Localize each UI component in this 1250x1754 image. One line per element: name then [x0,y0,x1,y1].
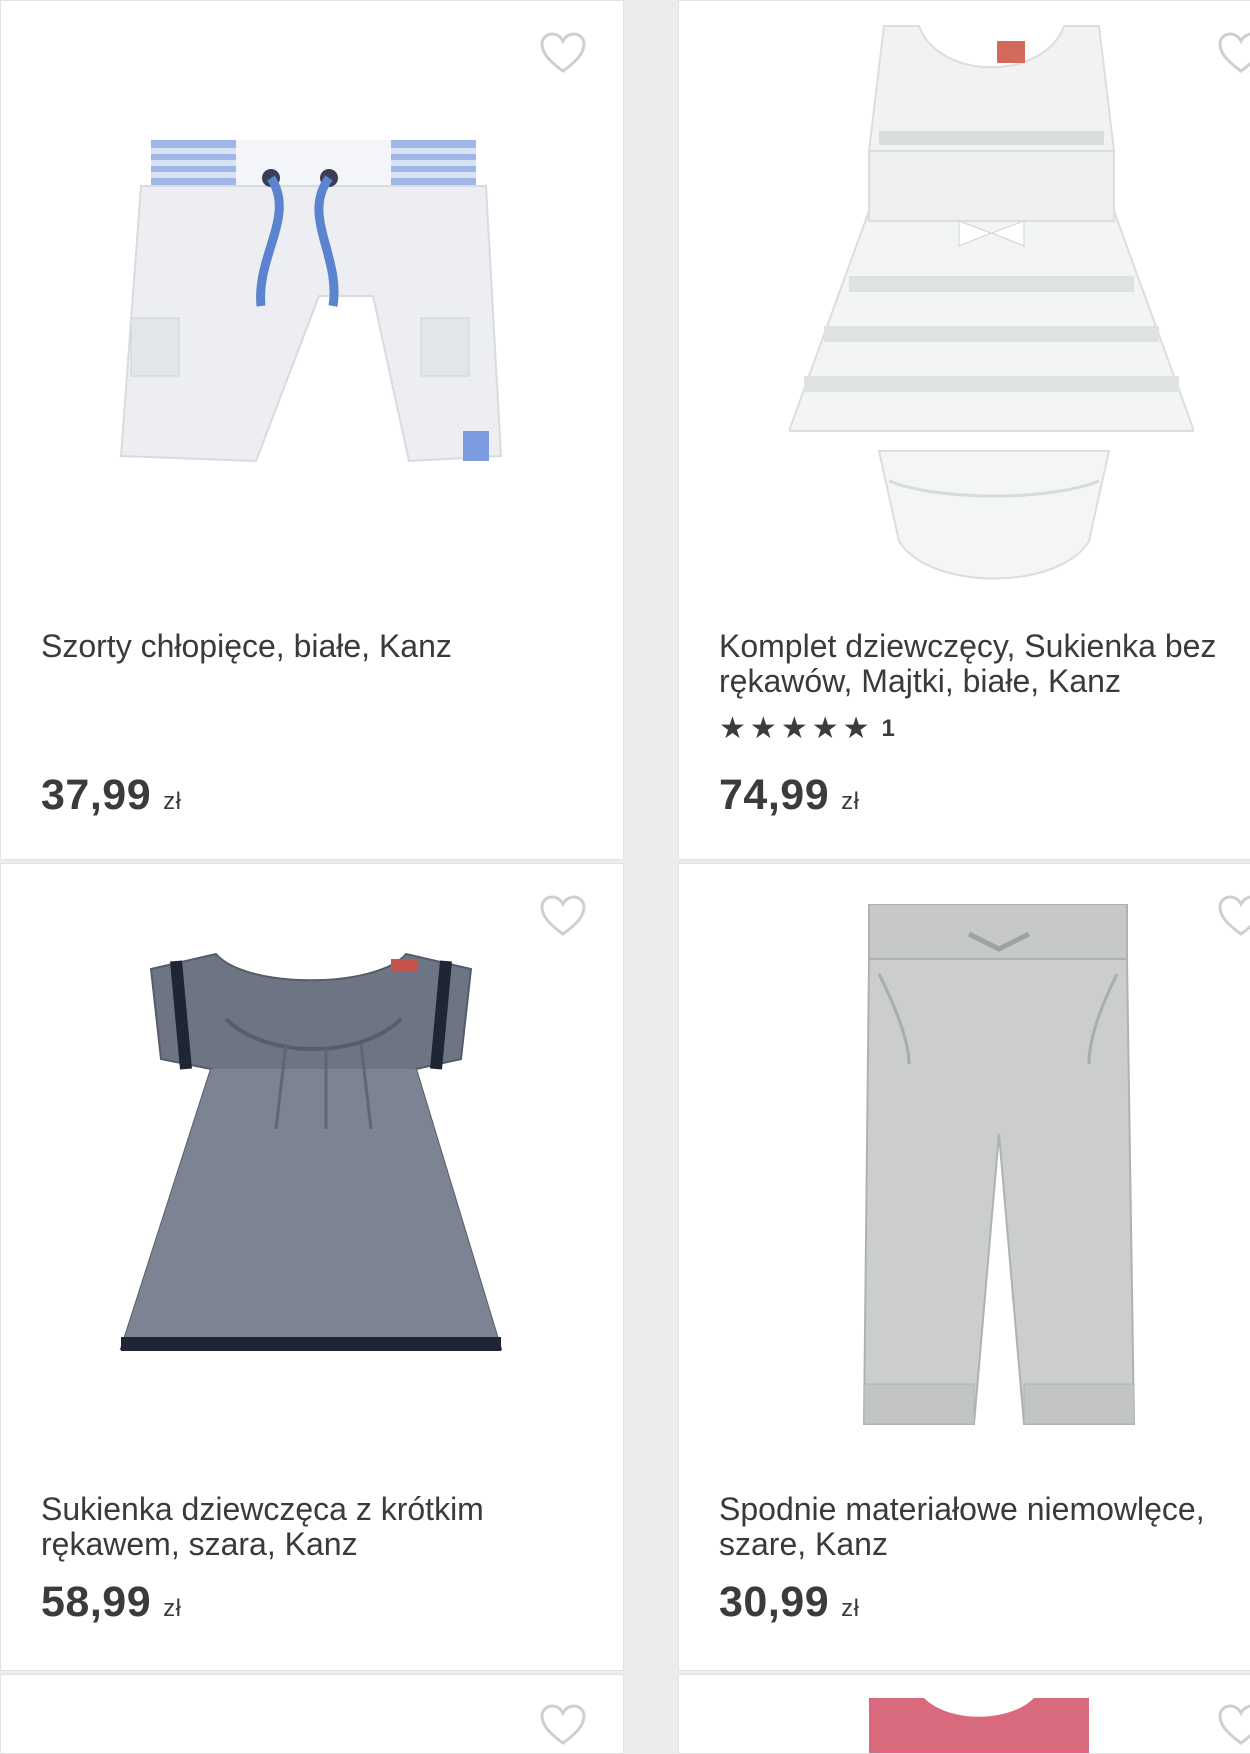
trousers-image[interactable] [849,904,1149,1439]
heart-outline-icon[interactable] [539,1703,587,1747]
product-price: 74,99 zł [719,771,859,820]
price-value: 37,99 [41,771,152,819]
star-icon: ★ [842,712,870,745]
price-value: 74,99 [719,771,830,819]
product-card[interactable]: Szorty chłopięce, białe, Kanz 37,99 zł [0,0,624,860]
product-card[interactable]: Sukienka dziewczęca z krótkim rękawem, s… [0,863,624,1671]
dress-image[interactable] [116,949,511,1389]
product-price: 58,99 zł [41,1578,181,1627]
product-card[interactable] [0,1674,624,1754]
currency: zł [163,1595,182,1622]
currency: zł [841,788,860,815]
star-icon: ★ [780,712,808,745]
product-card[interactable]: Komplet dziewczęcy, Sukienka bez rękawów… [678,0,1250,860]
product-card[interactable] [678,1674,1250,1754]
star-icon: ★ [811,712,839,745]
heart-outline-icon[interactable] [539,31,587,75]
currency: zł [841,1595,860,1622]
heart-outline-icon[interactable] [1217,31,1250,75]
currency: zł [163,788,182,815]
product-card[interactable]: Spodnie materiałowe niemowlęce, szare, K… [678,863,1250,1671]
product-title[interactable]: Sukienka dziewczęca z krótkim rękawem, s… [41,1492,601,1562]
shorts-image[interactable] [111,136,516,491]
rating-count: 1 [881,715,895,742]
heart-outline-icon[interactable] [1217,1703,1250,1747]
product-title[interactable]: Szorty chłopięce, białe, Kanz [41,629,601,664]
rating: ★ ★ ★ ★ ★ 1 [719,714,895,744]
price-value: 58,99 [41,1578,152,1626]
product-title[interactable]: Spodnie materiałowe niemowlęce, szare, K… [719,1492,1250,1562]
product-image[interactable] [869,1693,1089,1753]
star-icon: ★ [719,712,746,745]
product-title[interactable]: Komplet dziewczęcy, Sukienka bez rękawów… [719,629,1250,699]
heart-outline-icon[interactable] [539,894,587,938]
heart-outline-icon[interactable] [1217,894,1250,938]
star-icon: ★ [749,712,777,745]
dress-set-image[interactable] [789,21,1194,601]
price-value: 30,99 [719,1578,830,1626]
product-price: 30,99 zł [719,1578,859,1627]
product-price: 37,99 zł [41,771,181,820]
